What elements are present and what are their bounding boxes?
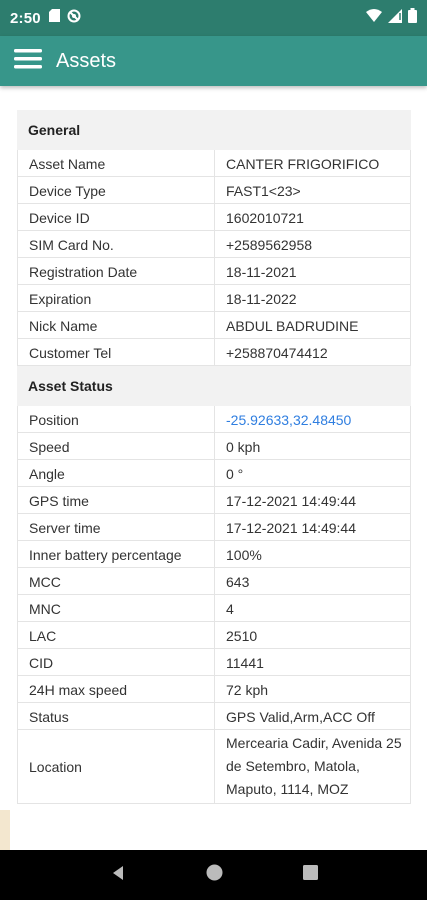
mcc-label: MCC xyxy=(18,568,215,594)
expiration-value: 18-11-2022 xyxy=(226,291,297,307)
device-type-value: FAST1<23> xyxy=(226,183,301,199)
server-time-label: Server time xyxy=(18,514,215,540)
speed-value: 0 kph xyxy=(226,439,261,455)
customer-tel-value: +258870474412 xyxy=(226,345,328,361)
expiration-label: Expiration xyxy=(18,285,215,311)
row-mcc: MCC 643 xyxy=(17,568,411,595)
section-header-general: General xyxy=(17,110,411,150)
device-type-label: Device Type xyxy=(18,177,215,203)
nick-name-label: Nick Name xyxy=(18,312,215,338)
cid-label: CID xyxy=(18,649,215,675)
registration-date-label: Registration Date xyxy=(18,258,215,284)
position-label: Position xyxy=(18,406,215,432)
battery-icon xyxy=(408,8,417,28)
recents-icon[interactable] xyxy=(302,865,318,885)
asset-status-table: Position -25.92633,32.48450 Speed 0 kph Angl… xyxy=(17,406,411,804)
asset-name-value: CANTER FRIGORIFICO xyxy=(226,156,380,172)
blocked-icon xyxy=(67,9,81,28)
wifi-icon xyxy=(366,9,382,27)
cid-value: 11441 xyxy=(226,655,264,671)
row-expiration: Expiration 18-11-2022 xyxy=(17,285,411,312)
asset-name-label: Asset Name xyxy=(18,150,215,176)
row-24h-max-speed: 24H max speed 72 kph xyxy=(17,676,411,703)
row-customer-tel: Customer Tel +258870474412 xyxy=(17,339,411,366)
position-value[interactable]: -25.92633,32.48450 xyxy=(215,406,410,432)
row-position: Position -25.92633,32.48450 xyxy=(17,406,411,433)
angle-value: 0 ° xyxy=(226,466,244,482)
row-gps-time: GPS time 17-12-2021 14:49:44 xyxy=(17,487,411,514)
content-area[interactable]: General Asset Name CANTER FRIGORIFICO Devi… xyxy=(0,86,427,850)
angle-label: Angle xyxy=(18,460,215,486)
row-angle: Angle 0 ° xyxy=(17,460,411,487)
row-location: Location Mercearia Cadir, Avenida 25 de S… xyxy=(17,730,411,804)
row-lac: LAC 2510 xyxy=(17,622,411,649)
gps-time-label: GPS time xyxy=(18,487,215,513)
asset-details-card: General Asset Name CANTER FRIGORIFICO Devi… xyxy=(17,110,411,804)
row-sim-card-no: SIM Card No. +2589562958 xyxy=(17,231,411,258)
customer-tel-label: Customer Tel xyxy=(18,339,215,365)
nick-name-value: ABDUL BADRUDINE xyxy=(226,318,359,334)
status-value: GPS Valid,Arm,ACC Off xyxy=(226,709,375,725)
row-nick-name: Nick Name ABDUL BADRUDINE xyxy=(17,312,411,339)
mnc-label: MNC xyxy=(18,595,215,621)
device-id-label: Device ID xyxy=(18,204,215,230)
row-speed: Speed 0 kph xyxy=(17,433,411,460)
row-device-type: Device Type FAST1<23> xyxy=(17,177,411,204)
24h-max-speed-label: 24H max speed xyxy=(18,676,215,702)
hamburger-menu-icon xyxy=(14,48,42,75)
signal-icon xyxy=(388,8,402,28)
device-id-value: 1602010721 xyxy=(226,210,304,226)
lac-label: LAC xyxy=(18,622,215,648)
inner-battery-percentage-label: Inner battery percentage xyxy=(18,541,215,567)
bottom-strip xyxy=(0,810,10,850)
sim-card-no-label: SIM Card No. xyxy=(18,231,215,257)
status-time: 2:50 xyxy=(10,9,41,27)
sd-card-icon xyxy=(48,9,60,27)
location-label: Location xyxy=(18,730,215,803)
home-icon[interactable] xyxy=(206,864,223,886)
sim-card-no-value: +2589562958 xyxy=(226,237,313,253)
registration-date-value: 18-11-2021 xyxy=(226,264,297,280)
menu-button[interactable] xyxy=(0,36,56,86)
row-status: Status GPS Valid,Arm,ACC Off xyxy=(17,703,411,730)
lac-value: 2510 xyxy=(226,628,258,644)
mnc-value: 4 xyxy=(226,601,234,617)
mcc-value: 643 xyxy=(226,574,250,590)
row-server-time: Server time 17-12-2021 14:49:44 xyxy=(17,514,411,541)
server-time-value: 17-12-2021 14:49:44 xyxy=(226,520,356,536)
row-asset-name: Asset Name CANTER FRIGORIFICO xyxy=(17,150,411,177)
row-device-id: Device ID 1602010721 xyxy=(17,204,411,231)
navigation-bar xyxy=(0,850,427,900)
speed-label: Speed xyxy=(18,433,215,459)
back-icon[interactable] xyxy=(110,865,126,886)
row-registration-date: Registration Date 18-11-2021 xyxy=(17,258,411,285)
inner-battery-percentage-value: 100% xyxy=(226,547,262,563)
section-header-asset-status: Asset Status xyxy=(17,366,411,406)
gps-time-value: 17-12-2021 14:49:44 xyxy=(226,493,356,509)
general-table: Asset Name CANTER FRIGORIFICO Device Type F… xyxy=(17,150,411,366)
24h-max-speed-value: 72 kph xyxy=(226,682,269,698)
status-label: Status xyxy=(18,703,215,729)
row-mnc: MNC 4 xyxy=(17,595,411,622)
row-inner-battery-percentage: Inner battery percentage 100% xyxy=(17,541,411,568)
app-bar: Assets xyxy=(0,36,427,86)
status-bar: 2:50 xyxy=(0,0,427,36)
row-cid: CID 11441 xyxy=(17,649,411,676)
page-title: Assets xyxy=(56,49,117,72)
location-value: Mercearia Cadir, Avenida 25 de Setembro,… xyxy=(226,735,402,797)
